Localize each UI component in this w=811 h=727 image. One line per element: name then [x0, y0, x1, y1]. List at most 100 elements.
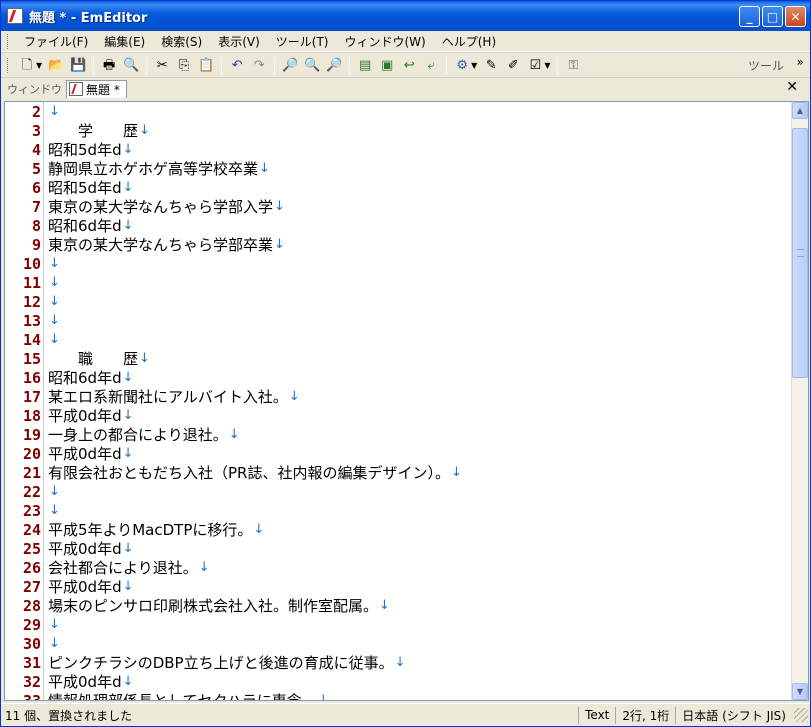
toolbar-grip[interactable]: [7, 57, 10, 73]
editor-line[interactable]: 33 情報処理部係長としてセクハラに専念。 ↓: [5, 691, 329, 701]
tab-bar: ウィンドウ 無題 * ✕: [1, 77, 810, 99]
find-icon[interactable]: 🔎: [281, 56, 299, 74]
status-position[interactable]: 2行, 1桁: [615, 706, 675, 724]
menu-window[interactable]: ウィンドウ(W): [337, 33, 434, 50]
menu-search[interactable]: 検索(S): [153, 33, 210, 50]
line-number: 8: [31, 216, 41, 235]
ruler-icon[interactable]: ▣: [378, 56, 396, 74]
editor-line[interactable]: 9 東京の某大学なんちゃら学部卒業 ↓: [5, 235, 285, 255]
editor-line[interactable]: 10 ↓: [5, 254, 60, 273]
window-tabs-label: ウィンドウ: [7, 82, 62, 96]
key-icon[interactable]: ⚿: [564, 56, 582, 74]
close-button[interactable]: ✕: [785, 6, 806, 27]
editor-line[interactable]: 15 職 歴 ↓: [5, 349, 150, 369]
configuration-icon[interactable]: ⚙: [453, 56, 471, 74]
line-numbers-icon[interactable]: ▤: [356, 56, 374, 74]
status-mode[interactable]: Text: [578, 706, 615, 724]
app-icon[interactable]: [7, 8, 23, 24]
editor-line[interactable]: 19 一身上の都合により退社。 ↓: [5, 425, 240, 445]
editor-line[interactable]: 7 東京の某大学なんちゃら学部入学 ↓: [5, 197, 285, 217]
tab-untitled[interactable]: 無題 *: [66, 79, 127, 98]
editor-line[interactable]: 23 ↓: [5, 501, 60, 520]
properties-icon[interactable]: ✎: [482, 56, 500, 74]
print-preview-icon[interactable]: 🔍: [122, 56, 140, 74]
scroll-up-icon[interactable]: ▲: [792, 102, 808, 119]
line-number: 17: [22, 387, 41, 406]
editor-line[interactable]: 30 ↓: [5, 634, 60, 653]
status-encoding[interactable]: 日本語 (シフト JIS): [675, 706, 792, 724]
save-icon[interactable]: 💾: [69, 56, 87, 74]
maximize-button[interactable]: □: [762, 6, 783, 27]
newline-mark-icon: ↓: [450, 465, 462, 480]
resize-grip[interactable]: [794, 708, 808, 722]
editor-line[interactable]: 20 平成0d年d ↓: [5, 444, 134, 464]
editor-line[interactable]: 29 ↓: [5, 615, 60, 634]
tools-toolbar-label[interactable]: ツール: [748, 57, 784, 74]
cut-icon[interactable]: ✂: [153, 56, 171, 74]
newline-mark-icon: ↓: [49, 617, 60, 632]
editor-line[interactable]: 28 場末のピンサロ印刷株式会社入社。制作室配属。 ↓: [5, 596, 390, 616]
toolbar-overflow-icon[interactable]: »: [797, 55, 804, 69]
newline-mark-icon: ↓: [122, 674, 134, 689]
editor-line[interactable]: 31 ピンクチラシのDBP立ち上げと後進の育成に従事。 ↓: [5, 653, 406, 673]
editor-line[interactable]: 26 会社都合により退社。 ↓: [5, 558, 210, 578]
find-previous-icon[interactable]: 🔎: [325, 56, 343, 74]
checklist-icon[interactable]: ☑: [526, 56, 544, 74]
text-editor[interactable]: 2 ↓ 3 学 歴 ↓ 4 昭和5d年d ↓ 5 静岡県立ホゲホゲ高等学校卒業 ↓ 6 昭和5d年d ↓…: [4, 101, 809, 701]
copy-icon[interactable]: ⎘: [175, 56, 193, 74]
newline-mark-icon: ↓: [49, 313, 60, 328]
open-folder-icon[interactable]: 📂: [47, 56, 65, 74]
line-number: 26: [22, 558, 41, 577]
find-next-icon[interactable]: 🔍: [303, 56, 321, 74]
menu-edit[interactable]: 編集(E): [96, 33, 153, 50]
vertical-scrollbar[interactable]: ▲ ▼: [791, 102, 808, 700]
editor-line[interactable]: 4 昭和5d年d ↓: [5, 140, 134, 160]
close-tab-icon[interactable]: ✕: [786, 79, 798, 95]
editor-line[interactable]: 24 平成5年よりMacDTPに移行。 ↓: [5, 520, 264, 540]
editor-line[interactable]: 14 ↓: [5, 330, 60, 349]
editor-line[interactable]: 6 昭和5d年d ↓: [5, 178, 134, 198]
menu-file[interactable]: ファイル(F): [16, 33, 96, 50]
wrap-icon[interactable]: ↩: [400, 56, 418, 74]
line-text: 場末のピンサロ印刷株式会社入社。制作室配属。: [48, 597, 379, 615]
title-bar[interactable]: 無題 * - EmEditor _ □ ✕: [1, 1, 810, 31]
line-number: 5: [31, 159, 41, 178]
editor-line[interactable]: 8 昭和6d年d ↓: [5, 216, 134, 236]
editor-line[interactable]: 16 昭和6d年d ↓: [5, 368, 134, 388]
menu-tools[interactable]: ツール(T): [268, 33, 337, 50]
editor-line[interactable]: 5 静岡県立ホゲホゲ高等学校卒業 ↓: [5, 159, 270, 179]
editor-line[interactable]: 18 平成0d年d ↓: [5, 406, 134, 426]
editor-line[interactable]: 25 平成0d年d ↓: [5, 539, 134, 559]
editor-line[interactable]: 22 ↓: [5, 482, 60, 501]
minimize-button[interactable]: _: [739, 6, 760, 27]
newline-mark-icon: ↓: [122, 579, 134, 594]
editor-line[interactable]: 3 学 歴 ↓: [5, 121, 150, 141]
editor-line[interactable]: 11 ↓: [5, 273, 60, 292]
line-number: 18: [22, 406, 41, 425]
window-wrap-icon[interactable]: ⤶: [422, 56, 440, 74]
customize-icon[interactable]: ✐: [504, 56, 522, 74]
editor-line[interactable]: 32 平成0d年d ↓: [5, 672, 134, 692]
editor-line[interactable]: 13 ↓: [5, 311, 60, 330]
editor-line[interactable]: 17 某エロ系新聞社にアルバイト入社。 ↓: [5, 387, 300, 407]
newline-mark-icon: ↓: [122, 541, 134, 556]
new-dropdown-icon[interactable]: ▼: [36, 61, 42, 70]
paste-icon[interactable]: 📋: [197, 56, 215, 74]
print-icon[interactable]: 🖶: [100, 56, 118, 74]
line-number: 21: [22, 463, 41, 482]
menubar-grip[interactable]: [7, 33, 10, 49]
undo-icon[interactable]: ↶: [228, 56, 246, 74]
line-number: 11: [22, 273, 41, 292]
configuration-dropdown-icon[interactable]: ▼: [471, 61, 477, 70]
redo-icon[interactable]: ↷: [250, 56, 268, 74]
editor-line[interactable]: 21 有限会社おともだち入社（PR誌、社内報の編集デザイン）。 ↓: [5, 463, 462, 483]
menu-view[interactable]: 表示(V): [210, 33, 268, 50]
editor-line[interactable]: 12 ↓: [5, 292, 60, 311]
new-file-icon[interactable]: 🗋: [18, 56, 36, 74]
editor-line[interactable]: 27 平成0d年d ↓: [5, 577, 134, 597]
scroll-down-icon[interactable]: ▼: [792, 683, 808, 700]
menu-help[interactable]: ヘルプ(H): [434, 33, 504, 50]
scrollbar-thumb[interactable]: [792, 128, 808, 378]
editor-line[interactable]: 2 ↓: [5, 102, 60, 121]
checklist-dropdown-icon[interactable]: ▼: [544, 61, 550, 70]
